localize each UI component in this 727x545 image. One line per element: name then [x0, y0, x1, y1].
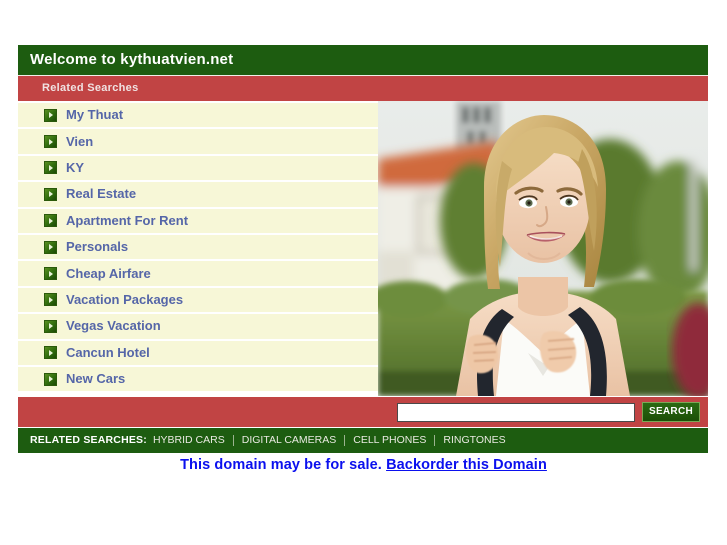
search-button[interactable]: SEARCH	[641, 402, 700, 422]
list-item[interactable]: Cancun Hotel	[18, 340, 378, 365]
list-item[interactable]: Personals	[18, 234, 378, 260]
list-item-label[interactable]: KY	[66, 160, 84, 175]
backorder-domain-link[interactable]: Backorder this Domain	[386, 457, 547, 473]
arrow-right-icon	[44, 372, 57, 386]
list-item-label[interactable]: Vegas Vacation	[66, 319, 161, 333]
list-item[interactable]: New Cars	[18, 366, 378, 392]
list-item-label[interactable]: Vacation Packages	[66, 292, 183, 307]
search-bar: SEARCH	[18, 397, 708, 428]
list-item-label[interactable]: My Thuat	[66, 108, 123, 122]
arrow-right-icon	[44, 319, 57, 333]
list-item[interactable]: Apartment For Rent	[18, 208, 378, 233]
list-item-label[interactable]: Vien	[66, 134, 93, 149]
arrow-right-icon	[44, 346, 57, 360]
arrow-right-icon	[44, 267, 57, 281]
page-root: Welcome to kythuatvien.net Related Searc…	[0, 0, 727, 545]
footer-related-searches: RELATED SEARCHES: HYBRID CARS DIGITAL CA…	[18, 428, 708, 453]
list-item[interactable]: My Thuat	[18, 103, 378, 128]
list-item[interactable]: Real Estate	[18, 182, 378, 207]
content-frame: Welcome to kythuatvien.net Related Searc…	[18, 45, 708, 453]
arrow-right-icon	[44, 135, 57, 149]
page-title: Welcome to kythuatvien.net	[18, 45, 708, 76]
separator	[434, 435, 436, 446]
arrow-right-icon	[44, 240, 57, 254]
list-item-label[interactable]: Apartment For Rent	[66, 213, 188, 228]
footer-related-label: RELATED SEARCHES:	[30, 434, 147, 446]
hero-photo	[378, 101, 708, 396]
photo-canvas	[378, 101, 708, 396]
arrow-right-icon	[44, 161, 57, 175]
list-item[interactable]: Vegas Vacation	[18, 314, 378, 339]
related-searches-list: My Thuat Vien KY Real Estate Apartment F…	[18, 101, 378, 396]
domain-sale-notice: This domain may be for sale. Backorder t…	[0, 456, 727, 474]
student-photo-illustration	[378, 101, 708, 396]
list-item[interactable]: Vien	[18, 129, 378, 154]
footer-related-item-hybrid-cars[interactable]: HYBRID CARS	[153, 434, 225, 447]
related-searches-heading: Related Searches	[18, 76, 708, 101]
list-item[interactable]: KY	[18, 155, 378, 181]
list-item[interactable]: Vacation Packages	[18, 287, 378, 313]
main-body: My Thuat Vien KY Real Estate Apartment F…	[18, 101, 708, 397]
footer-related-item-ringtones[interactable]: RINGTONES	[443, 434, 505, 447]
list-item[interactable]: Cheap Airfare	[18, 261, 378, 286]
arrow-right-icon	[44, 214, 57, 228]
list-item-label[interactable]: Personals	[66, 240, 128, 254]
list-item-label[interactable]: Cancun Hotel	[66, 345, 150, 360]
list-item-label[interactable]: New Cars	[66, 372, 125, 386]
search-input[interactable]	[396, 402, 635, 422]
arrow-right-icon	[44, 108, 57, 122]
sale-notice-text: This domain may be for sale.	[180, 457, 382, 473]
footer-related-item-digital-cameras[interactable]: DIGITAL CAMERAS	[242, 434, 337, 447]
footer-related-item-cell-phones[interactable]: CELL PHONES	[353, 434, 426, 447]
list-item-label[interactable]: Cheap Airfare	[66, 266, 151, 281]
separator	[344, 435, 346, 446]
separator	[232, 435, 234, 446]
list-item-label[interactable]: Real Estate	[66, 187, 136, 201]
arrow-right-icon	[44, 293, 57, 307]
arrow-right-icon	[44, 187, 57, 201]
